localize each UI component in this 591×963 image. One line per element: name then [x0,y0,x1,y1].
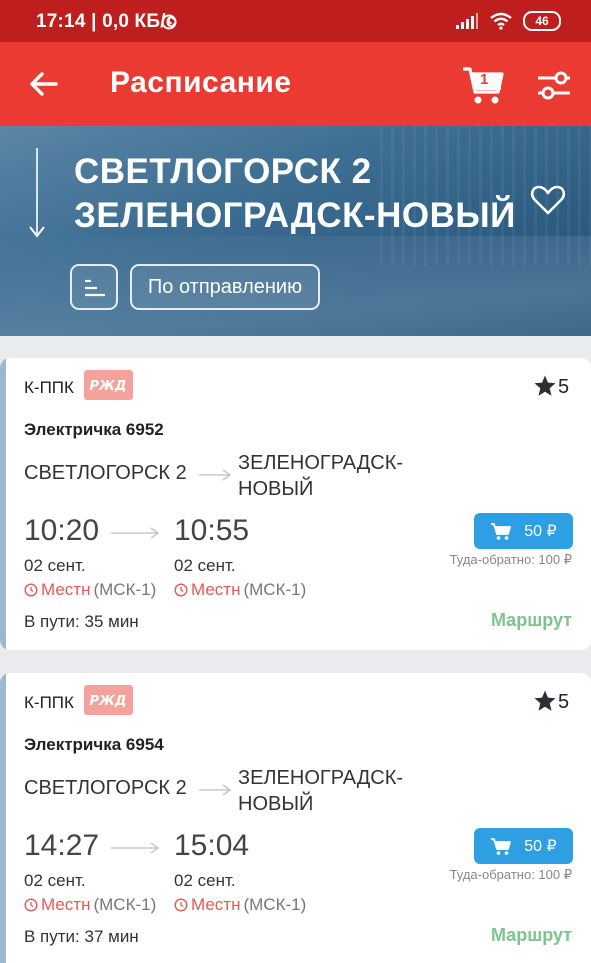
card-accent [0,673,6,963]
arrow-right-icon [111,842,160,854]
train-name: Электричка 6954 [24,735,164,754]
arrival-timezone: Местн (МСК-1) [174,895,306,915]
route-header: СВЕТЛОГОРСК 2 ЗЕЛЕНОГРАДСК-НОВЫЙ По отпр… [0,126,591,336]
clock-icon [24,898,38,912]
ticket-price: 50 ₽ [524,523,557,540]
timezone-local: Местн [191,895,241,914]
station-to-line2: НОВЫЙ [238,478,314,500]
route-to: ЗЕЛЕНОГРАДСК-НОВЫЙ [74,196,516,235]
battery-indicator: 46 [523,11,561,31]
cart-count: 1 [480,71,489,88]
arrival-date: 02 сент. [174,556,236,575]
clock-icon [174,898,188,912]
travel-duration: В пути: 37 мин [24,927,139,946]
favorite-heart-icon[interactable] [530,184,566,216]
app-bar: Расписание 1 [0,42,591,126]
station-to: ЗЕЛЕНОГРАДСК- НОВЫЙ [238,450,403,502]
rzd-logo: РЖД [84,370,133,400]
sort-order-button[interactable]: По отправлению [130,264,320,310]
travel-duration: В пути: 35 мин [24,612,139,631]
wifi-icon [490,12,512,30]
roundtrip-price: Туда-обратно: 100 ₽ [449,552,572,567]
route-arrow-icon [29,226,45,238]
timezone-zone: (МСК-1) [243,580,307,599]
arrow-right-icon [199,469,232,481]
timezone-zone: (МСК-1) [93,895,157,914]
station-to-line2: НОВЫЙ [238,793,314,815]
departure-timezone: Местн (МСК-1) [24,580,156,600]
arrow-right-icon [111,527,160,539]
train-card[interactable]: К-ППК РЖД 5 Электричка 6952 СВЕТЛОГОРСК … [0,358,591,650]
station-from: СВЕТЛОГОРСК 2 [24,462,187,484]
rzd-logo-text: РЖД [89,379,126,394]
carrier-name: К-ППК [24,693,74,712]
rating-value: 5 [558,691,570,713]
route-link[interactable]: Маршрут [491,925,572,946]
card-accent [0,358,6,650]
alarm-icon [161,14,177,30]
route-link[interactable]: Маршрут [491,610,572,631]
status-bar: 17:14 | 0,0 КБ/с 46 [0,0,591,42]
back-arrow-icon[interactable] [24,64,64,104]
timezone-local: Местн [191,580,241,599]
arrival-time: 15:04 [174,829,250,862]
cart-button[interactable]: 1 [460,62,506,108]
star-icon [534,690,556,711]
rating-value: 5 [558,376,570,398]
station-to-line1: ЗЕЛЕНОГРАДСК- [238,767,404,789]
star-icon [534,375,556,396]
route-from: СВЕТЛОГОРСК 2 [74,152,372,191]
status-time: 17:14 | 0,0 КБ/с [36,11,177,32]
rzd-logo: РЖД [84,685,133,715]
train-name: Электричка 6952 [24,420,164,439]
station-to-line1: ЗЕЛЕНОГРАДСК- [238,452,404,474]
filter-settings-icon[interactable] [535,66,573,104]
clock-icon [174,583,188,597]
cart-icon [491,838,512,855]
arrow-right-icon [199,784,232,796]
arrival-timezone: Местн (МСК-1) [174,580,306,600]
roundtrip-price: Туда-обратно: 100 ₽ [449,867,572,882]
cart-icon [491,523,512,540]
arrival-time: 10:55 [174,514,250,547]
rzd-logo-text: РЖД [89,694,126,709]
train-card[interactable]: К-ППК РЖД 5 Электричка 6954 СВЕТЛОГОРСК … [0,673,591,963]
ticket-price: 50 ₽ [524,838,557,855]
arrival-date: 02 сент. [174,871,236,890]
timezone-local: Местн [41,580,91,599]
departure-timezone: Местн (МСК-1) [24,895,156,915]
timezone-zone: (МСК-1) [93,580,157,599]
station-from: СВЕТЛОГОРСК 2 [24,777,187,799]
departure-date: 02 сент. [24,871,86,890]
status-icons: 46 [161,11,561,31]
departure-time: 10:20 [24,514,100,547]
timezone-local: Местн [41,895,91,914]
carrier-name: К-ППК [24,378,74,397]
page-title: Расписание [110,66,292,99]
timezone-zone: (МСК-1) [243,895,307,914]
sort-icon [85,279,105,297]
buy-ticket-button[interactable]: 50 ₽ [474,828,573,864]
route-line [36,148,38,234]
signal-icon [456,13,478,29]
station-to: ЗЕЛЕНОГРАДСК- НОВЫЙ [238,765,403,817]
buy-ticket-button[interactable]: 50 ₽ [474,513,573,549]
sort-button[interactable] [70,264,118,310]
clock-icon [24,583,38,597]
departure-time: 14:27 [24,829,100,862]
departure-date: 02 сент. [24,556,86,575]
